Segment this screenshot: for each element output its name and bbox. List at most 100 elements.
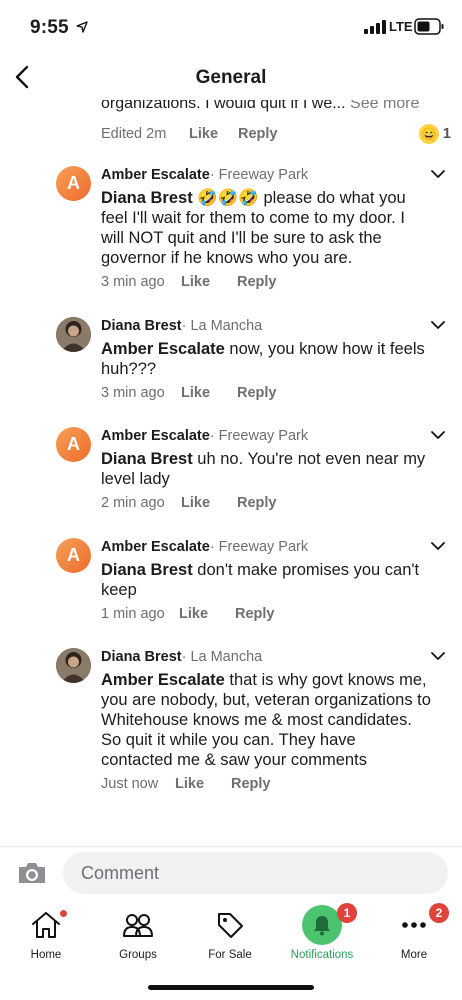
reaction-summary[interactable]: 😄 1 (418, 124, 451, 144)
author-location: · Freeway Park (209, 539, 309, 555)
mention[interactable]: Amber Escalate (101, 340, 225, 358)
page-title: General (195, 67, 267, 88)
comment-text: Diana Brest uh no. You're not even near … (101, 449, 431, 489)
comment-bar (0, 846, 462, 900)
mention[interactable]: Amber Escalate (101, 671, 225, 689)
chevron-down-icon[interactable] (430, 168, 446, 180)
comment-meta: 3 min ago Like Reply (101, 385, 431, 401)
tab-label: Home (30, 949, 62, 961)
tab-label: More (400, 949, 428, 961)
author-name[interactable]: Amber Escalate (101, 167, 210, 183)
reaction-count: 1 (442, 126, 451, 142)
battery-icon (414, 18, 444, 35)
profile-photo-icon (56, 317, 91, 352)
avatar[interactable]: A (56, 538, 91, 573)
chevron-down-icon[interactable] (430, 650, 446, 662)
like-button[interactable]: Like (181, 385, 237, 401)
comment-time: Edited 2m (101, 126, 167, 142)
notifications-active-indicator (302, 905, 342, 945)
more-icon (402, 922, 426, 928)
mention[interactable]: Diana Brest (101, 561, 193, 579)
like-button[interactable]: Like (181, 274, 237, 290)
comment-text: Diana Brest 🤣🤣🤣 please do what you feel … (101, 188, 431, 268)
reply-button[interactable]: Reply (238, 126, 278, 142)
author-line: Diana Brest· La Mancha (101, 648, 431, 666)
comment-body: Amber Escalate· Freeway Park Diana Brest… (101, 166, 431, 290)
notification-dot (60, 910, 67, 917)
comment-meta: 3 min ago Like Reply (101, 274, 431, 290)
author-name[interactable]: Amber Escalate (101, 428, 210, 444)
tab-home[interactable]: Home (0, 908, 92, 968)
comment-meta: Just now Like Reply (101, 776, 431, 792)
author-name[interactable]: Diana Brest (101, 318, 182, 334)
reply-button[interactable]: Reply (235, 606, 275, 622)
status-bar: 9:55 LTE (0, 0, 462, 56)
comment-meta: 2 min ago Like Reply (101, 495, 431, 511)
like-button[interactable]: Like (175, 776, 231, 792)
avatar[interactable] (56, 317, 91, 352)
avatar[interactable]: A (56, 166, 91, 201)
tab-groups[interactable]: Groups (92, 908, 184, 968)
reply-button[interactable]: Reply (237, 385, 277, 401)
header: General (0, 56, 462, 100)
bell-icon (314, 916, 330, 936)
comment-meta: 1 min ago Like Reply (101, 606, 431, 622)
camera-icon[interactable] (17, 861, 47, 885)
comment-time: Just now (101, 776, 159, 792)
notification-badge: 1 (337, 903, 357, 923)
like-button[interactable]: Like (179, 606, 235, 622)
comment-time: 2 min ago (101, 495, 165, 511)
comment-body: Amber Escalate· Freeway Park Diana Brest… (101, 538, 431, 622)
comment-text: Diana Brest don't make promises you can'… (101, 560, 431, 600)
author-line: Diana Brest· La Mancha (101, 317, 431, 335)
tag-icon (218, 913, 243, 938)
author-location: · La Mancha (181, 649, 263, 665)
comment-body: Amber Escalate· Freeway Park Diana Brest… (101, 427, 431, 511)
signal-icon (364, 20, 386, 34)
like-button[interactable]: Like (189, 126, 238, 142)
mention[interactable]: Diana Brest (101, 189, 193, 207)
reply-button[interactable]: Reply (237, 495, 277, 511)
laughing-emoji-icon: 😄 (418, 124, 439, 144)
chevron-down-icon[interactable] (430, 319, 446, 331)
author-line: Amber Escalate· Freeway Park (101, 538, 431, 556)
mention[interactable]: Diana Brest (101, 450, 193, 468)
previous-comment-body: organizations. I would quit if I we... (101, 100, 346, 112)
comment-feed[interactable]: organizations. I would quit if I we... S… (0, 100, 462, 846)
avatar[interactable] (56, 648, 91, 683)
author-line: Amber Escalate· Freeway Park (101, 427, 431, 445)
tab-label: For Sale (208, 949, 252, 961)
author-location: · Freeway Park (209, 428, 309, 444)
groups-icon (123, 914, 153, 937)
author-name[interactable]: Diana Brest (101, 649, 182, 665)
location-arrow-icon (76, 21, 88, 33)
comment-time: 3 min ago (101, 274, 165, 290)
author-name[interactable]: Amber Escalate (101, 539, 210, 555)
tab-label: Groups (119, 949, 157, 961)
tab-label: Notifications (290, 949, 354, 961)
network-label: LTE (389, 19, 413, 34)
chevron-down-icon[interactable] (430, 540, 446, 552)
author-location: · La Mancha (181, 318, 263, 334)
reply-button[interactable]: Reply (231, 776, 271, 792)
previous-comment-text: organizations. I would quit if I we... S… (101, 100, 419, 113)
see-more-link[interactable]: See more (350, 100, 419, 112)
more-badge: 2 (429, 903, 449, 923)
comment-time: 1 min ago (101, 606, 165, 622)
reply-button[interactable]: Reply (237, 274, 277, 290)
tab-for-sale[interactable]: For Sale (184, 908, 276, 968)
comment-time: 3 min ago (101, 385, 165, 401)
tab-more[interactable]: 2 More (368, 903, 460, 968)
comment-body: Diana Brest· La Mancha Amber Escalate th… (101, 648, 431, 792)
like-button[interactable]: Like (181, 495, 237, 511)
profile-photo-icon (56, 648, 91, 683)
home-indicator (148, 985, 314, 990)
comment-input[interactable] (63, 852, 448, 894)
comment-body: Diana Brest· La Mancha Amber Escalate no… (101, 317, 431, 401)
avatar[interactable]: A (56, 427, 91, 462)
author-location: · Freeway Park (209, 167, 309, 183)
tab-notifications[interactable]: 1 Notifications (276, 903, 368, 968)
status-time: 9:55 (30, 17, 69, 38)
chevron-down-icon[interactable] (430, 429, 446, 441)
home-icon (32, 912, 60, 938)
